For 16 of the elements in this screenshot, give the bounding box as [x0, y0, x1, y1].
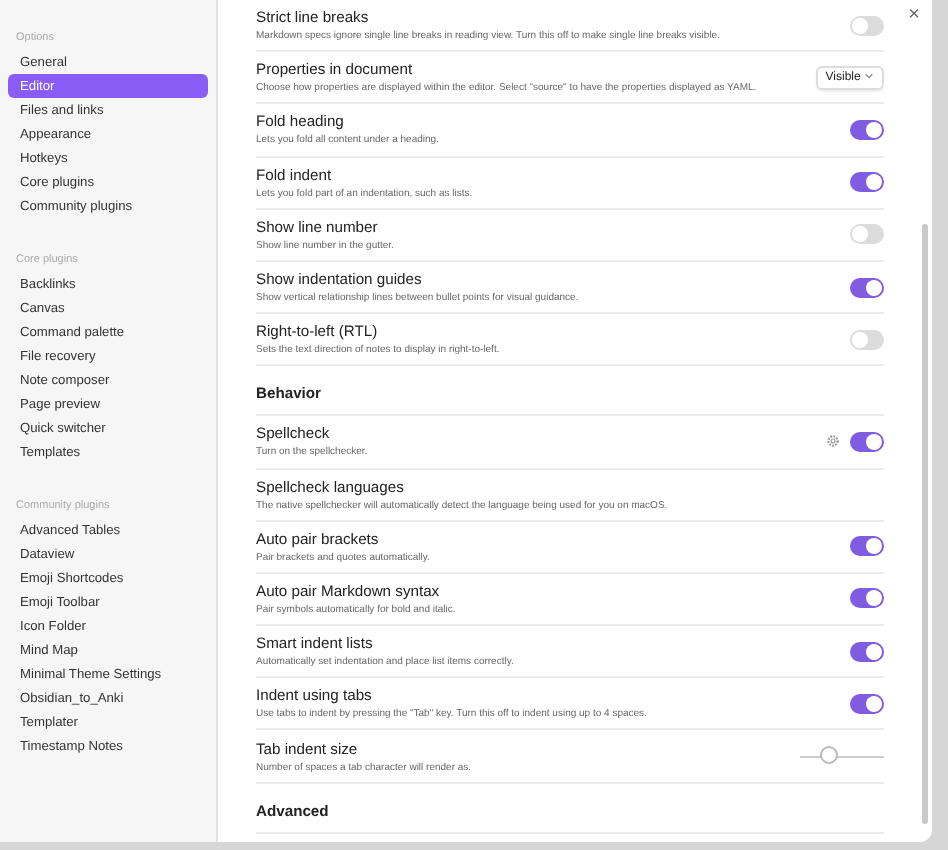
toggle-switch[interactable]: [850, 172, 884, 193]
toggle-switch[interactable]: [850, 431, 884, 452]
toggle-switch[interactable]: [850, 15, 884, 36]
toggle-switch[interactable]: [850, 224, 884, 245]
toggle-switch[interactable]: [850, 329, 884, 350]
slider-thumb[interactable]: [819, 745, 838, 764]
chevron-down-icon: [864, 72, 874, 81]
toggle-switch[interactable]: [850, 588, 884, 609]
toggle-switch[interactable]: [850, 277, 884, 298]
toggle-switch[interactable]: [850, 536, 884, 557]
toggle-switch[interactable]: [850, 119, 884, 140]
toggle-switch[interactable]: [850, 641, 884, 662]
close-button[interactable]: ×: [908, 4, 920, 26]
toggle-switch[interactable]: [850, 693, 884, 714]
settings-icon[interactable]: [826, 434, 840, 449]
scrollbar[interactable]: [922, 224, 928, 824]
